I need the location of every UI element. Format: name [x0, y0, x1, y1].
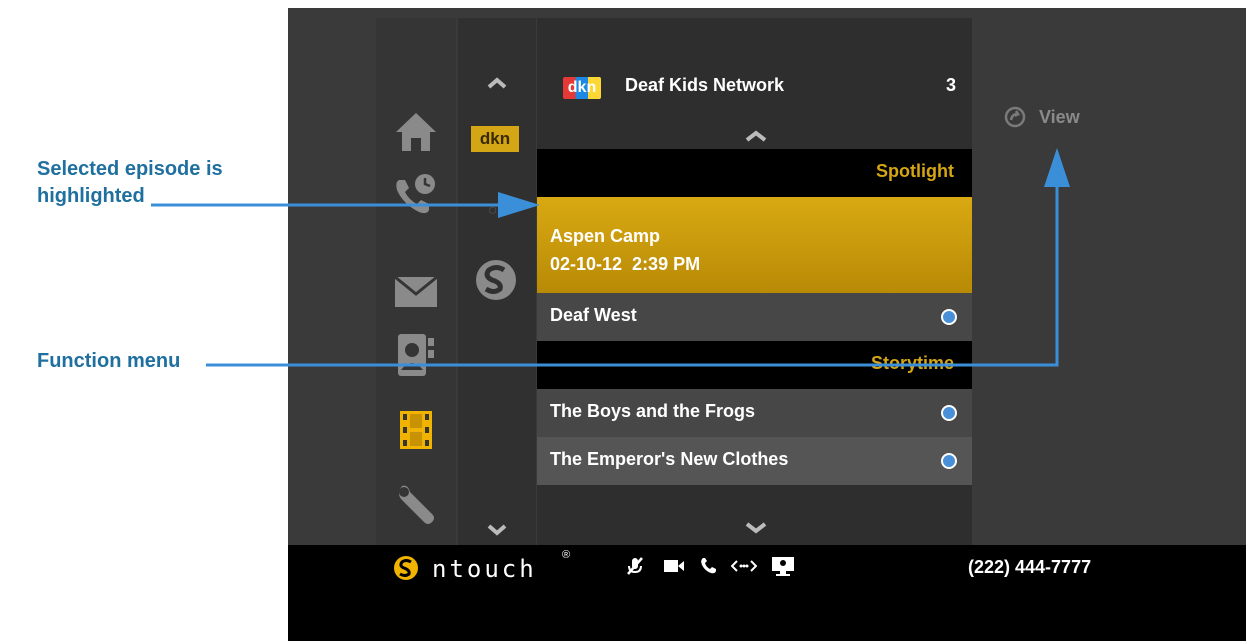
settings-icon[interactable]: [392, 480, 440, 528]
sorenson-channel-icon[interactable]: [472, 256, 520, 304]
view-label: View: [1039, 106, 1080, 127]
channel-scroll-down-icon[interactable]: [482, 520, 512, 540]
call-history-icon[interactable]: [392, 170, 440, 218]
mic-muted-icon: [624, 555, 646, 577]
list-scroll-down-icon[interactable]: [741, 518, 771, 538]
section-storytime-label: Storytime: [870, 353, 954, 373]
list-scroll-up-icon[interactable]: [741, 128, 771, 144]
video-center-icon[interactable]: [392, 406, 440, 454]
channel-name: Deaf Kids Network: [625, 75, 785, 95]
screen-share-icon: [770, 554, 796, 578]
relay-icon: [730, 555, 758, 577]
sorenson-logo-icon: [393, 555, 419, 581]
dkn-logo: dkn: [563, 77, 601, 99]
channel-second-label: ○S: [487, 202, 509, 219]
channel-header: dkn Deaf Kids Network 3: [537, 18, 972, 148]
unwatched-indicator: [941, 405, 957, 421]
mail-icon[interactable]: [392, 268, 440, 316]
channel-sidebar: dkn ○S: [458, 18, 536, 555]
contacts-icon[interactable]: [392, 330, 440, 380]
selected-episode-title: Aspen Camp: [550, 226, 661, 246]
status-bar: ntouch ® (222) 444-7777: [288, 545, 1246, 641]
episode-title: The Boys and the Frogs: [550, 401, 756, 421]
channel-episode-count: 3: [945, 75, 956, 95]
episode-list-panel: dkn Deaf Kids Network 3 Spotlight Aspen …: [537, 18, 972, 555]
list-item[interactable]: The Boys and the Frogs: [537, 389, 972, 437]
dkn-logo-text: dkn: [567, 79, 597, 96]
channel-second[interactable]: ○S: [468, 198, 528, 224]
episode-title: Deaf West: [550, 305, 637, 325]
device-screen: dkn ○S dkn Deaf Kids Network 3 Spotlight…: [288, 8, 1246, 641]
channel-dkn-label: dkn: [479, 129, 511, 148]
brand-name: ntouch: [432, 555, 537, 583]
channel-dkn[interactable]: dkn: [471, 126, 519, 152]
phone-number: (222) 444-7777: [968, 557, 1092, 577]
annotation-function-menu: Function menu: [37, 350, 181, 372]
episode-title: The Emperor's New Clothes: [550, 449, 789, 469]
annotation-selected-episode: Selected episode is highlighted: [37, 156, 223, 210]
annotation-selected-line2: highlighted: [37, 185, 145, 207]
brand-registered: ®: [562, 549, 571, 561]
home-icon[interactable]: [392, 108, 440, 156]
unwatched-indicator: [941, 453, 957, 469]
unwatched-indicator: [941, 309, 957, 325]
main-nav-sidebar: [376, 18, 456, 555]
list-item[interactable]: The Emperor's New Clothes: [537, 437, 972, 485]
list-item-selected[interactable]: Aspen Camp 02-10-12 2:39 PM: [537, 197, 972, 293]
selected-episode-date: 02-10-12 2:39 PM: [550, 254, 701, 274]
video-camera-icon: [662, 555, 686, 577]
section-spotlight-label: Spotlight: [876, 161, 954, 181]
list-item[interactable]: Deaf West: [537, 293, 972, 341]
channel-scroll-up-icon[interactable]: [482, 73, 512, 93]
section-header-spotlight: Spotlight: [537, 149, 972, 197]
phone-icon: [698, 555, 720, 577]
view-arrow-icon: [1004, 106, 1026, 128]
view-function-button[interactable]: View: [1004, 106, 1080, 128]
section-header-storytime: Storytime: [537, 341, 972, 389]
annotation-selected-line1: Selected episode is: [37, 158, 223, 180]
